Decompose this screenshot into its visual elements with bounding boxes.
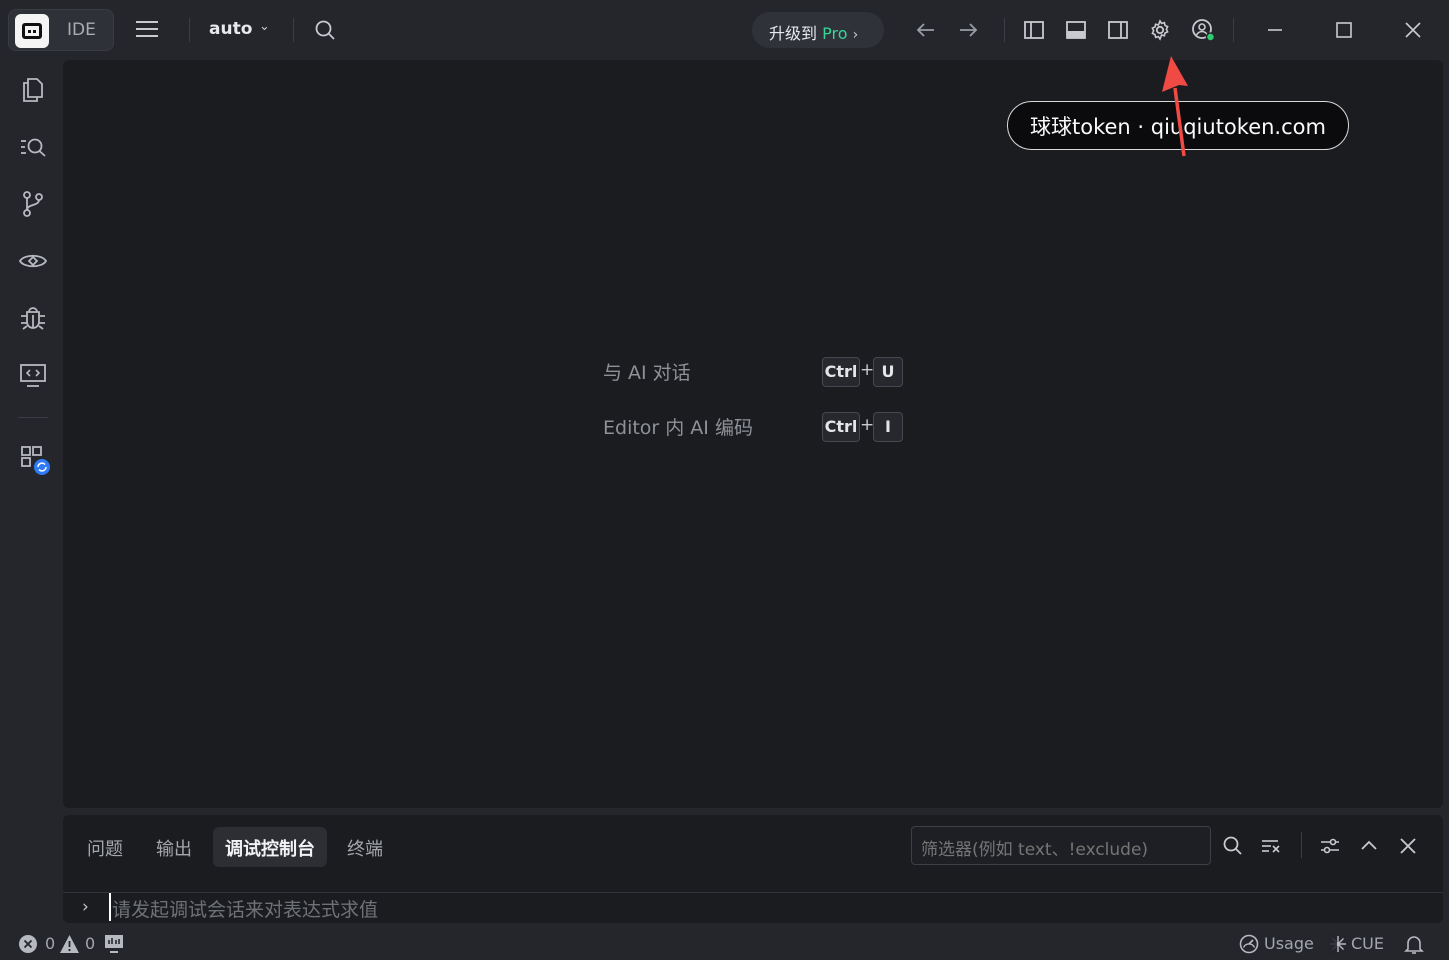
console-input[interactable]: 请发起调试会话来对表达式求值 <box>112 895 378 922</box>
search-icon[interactable] <box>314 19 336 41</box>
toggle-right-panel-icon[interactable] <box>1106 18 1130 42</box>
model-selector[interactable]: auto <box>209 19 252 39</box>
search-icon[interactable] <box>1221 834 1245 858</box>
toggle-bottom-panel-icon[interactable] <box>1064 18 1088 42</box>
status-bar: 0 0 Usage CUE <box>0 928 1449 960</box>
account-icon[interactable] <box>1190 16 1218 44</box>
source-control-icon[interactable] <box>18 189 48 219</box>
warning-count[interactable]: 0 <box>85 934 95 953</box>
divider <box>63 892 1443 893</box>
shortcut-key: Ctrl <box>822 357 860 387</box>
minimize-icon[interactable] <box>1262 17 1288 43</box>
forward-arrow-icon[interactable] <box>956 18 980 42</box>
app-label: IDE <box>67 20 96 40</box>
chevron-down-icon[interactable]: ⌄ <box>259 19 270 34</box>
shortcut-key: U <box>873 357 903 387</box>
clear-console-icon[interactable] <box>1259 834 1283 858</box>
search-icon[interactable] <box>18 132 48 162</box>
error-count[interactable]: 0 <box>45 934 55 953</box>
menu-icon[interactable] <box>136 21 158 39</box>
notification-bell-icon[interactable] <box>1403 933 1425 955</box>
tab-terminal[interactable]: 终端 <box>347 827 383 867</box>
upgrade-pro-button[interactable]: 升级到 Pro › <box>752 12 884 48</box>
divider <box>189 18 190 42</box>
cue-label[interactable]: CUE <box>1351 934 1384 953</box>
text-cursor <box>109 893 111 921</box>
shortcut-key: Ctrl <box>822 412 860 442</box>
chevron-right-icon: › <box>852 27 859 43</box>
title-bar: IDE auto ⌄ 升级到 Pro › <box>0 0 1449 60</box>
editor-area: 与 AI 对话 Ctrl + U Editor 内 AI 编码 Ctrl + I <box>63 60 1443 808</box>
ports-icon[interactable] <box>104 934 124 954</box>
hint-chat-label: 与 AI 对话 <box>603 362 691 384</box>
usage-gauge-icon[interactable] <box>1239 934 1259 954</box>
remote-desktop-icon[interactable] <box>18 360 48 390</box>
hint-inline-code-label: Editor 内 AI 编码 <box>603 417 753 439</box>
toggle-left-panel-icon[interactable] <box>1022 18 1046 42</box>
error-icon[interactable] <box>18 934 38 954</box>
gear-icon[interactable] <box>1148 18 1172 42</box>
bottom-panel: 问题 输出 调试控制台 终端 › 请发起调试会话来对表达式求值 <box>63 815 1443 923</box>
chevron-up-icon[interactable] <box>1357 834 1381 858</box>
explorer-files-icon[interactable] <box>18 75 48 105</box>
divider <box>1301 832 1302 858</box>
cue-spark-icon[interactable] <box>1328 934 1348 954</box>
divider <box>1233 18 1234 42</box>
warning-icon[interactable] <box>59 934 80 954</box>
shortcut-key: I <box>873 412 903 442</box>
filter-input[interactable] <box>911 826 1211 865</box>
app-logo-icon <box>15 14 49 48</box>
extensions-icon[interactable] <box>18 443 54 479</box>
chevron-right-icon: › <box>82 897 89 917</box>
divider <box>18 417 48 418</box>
annotation-arrow-icon <box>1162 56 1188 157</box>
activity-bar <box>0 60 63 928</box>
preview-eye-icon[interactable] <box>18 246 48 276</box>
app-switcher[interactable]: IDE <box>8 9 114 51</box>
debug-bug-icon[interactable] <box>18 303 48 333</box>
back-arrow-icon[interactable] <box>914 18 938 42</box>
maximize-icon[interactable] <box>1331 17 1357 43</box>
upgrade-pro-label: Pro <box>822 24 848 43</box>
close-icon[interactable] <box>1396 834 1420 858</box>
tab-debug-console[interactable]: 调试控制台 <box>213 827 327 867</box>
tab-problems[interactable]: 问题 <box>87 827 123 867</box>
upgrade-prefix: 升级到 <box>769 24 818 43</box>
divider <box>1004 18 1005 42</box>
divider <box>293 18 294 42</box>
tab-output[interactable]: 输出 <box>156 827 192 867</box>
usage-label[interactable]: Usage <box>1264 934 1314 953</box>
close-icon[interactable] <box>1400 17 1426 43</box>
panel-settings-icon[interactable] <box>1318 834 1342 858</box>
